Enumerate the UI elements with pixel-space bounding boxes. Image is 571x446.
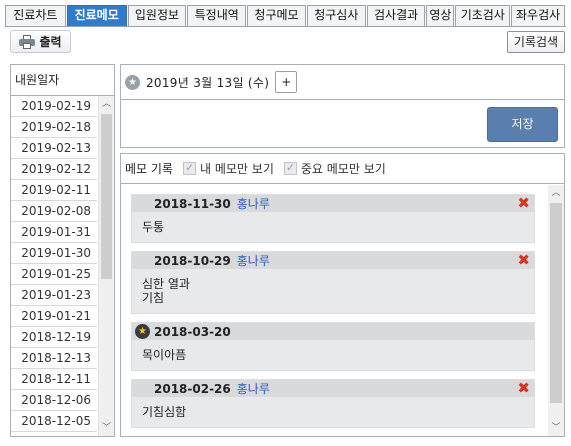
visit-date-item[interactable]: 2018-12-06 (11, 390, 97, 411)
visit-date-item[interactable]: 2019-02-18 (11, 117, 97, 138)
memo-record-title: 메모 기록 (125, 162, 173, 176)
memo-record-list: 2018-11-30 홍나루 ✖ 두통 2018-10-29 홍나루 ✖ 심한 열과 기침 ★ 2… (131, 194, 535, 436)
memo-date: 2018-03-20 (154, 324, 231, 339)
visit-date-item[interactable]: 2018-12-19 (11, 327, 97, 348)
memo-body: 두통 (142, 220, 165, 234)
memo-author: 홍나루 (236, 254, 270, 268)
tab-5[interactable]: 청구메모 (247, 5, 306, 26)
tab-1[interactable]: 진료차트 (5, 5, 66, 26)
memo-card-header: 2018-02-26 홍나루 ✖ (132, 380, 534, 397)
memo-body: 목이아픔 (142, 348, 187, 362)
visit-date-item[interactable]: 2019-02-11 (11, 180, 97, 201)
visit-date-header: 내원일자 (11, 65, 114, 96)
important-only-label: 중요 메모만 보기 (300, 162, 386, 176)
scroll-thumb[interactable] (101, 114, 112, 279)
visit-date-item[interactable]: 2018-12-11 (11, 369, 97, 390)
printer-icon (19, 34, 36, 49)
visit-date-item[interactable]: 2019-02-19 (11, 96, 97, 117)
memo-record-panel: 메모 기록 내 메모만 보기 중요 메모만 보기 2018-11-30 홍나루 ✖ 두… (120, 153, 565, 437)
only-mine-checkbox[interactable]: 내 메모만 보기 (182, 160, 274, 177)
memo-date-text: 2019년 3월 13일 (수) (146, 75, 270, 90)
checkbox-icon[interactable] (283, 161, 297, 175)
visit-date-list: 2019-02-19 2019-02-18 2019-02-13 2019-02-12… (11, 96, 97, 432)
tab-7[interactable]: 검사결과 (366, 5, 426, 26)
memo-card[interactable]: 2018-11-30 홍나루 ✖ 두통 (131, 194, 535, 243)
tab-9[interactable]: 기초검사 (455, 5, 511, 26)
scroll-thumb[interactable] (550, 203, 562, 403)
important-only-checkbox[interactable]: 중요 메모만 보기 (283, 160, 386, 177)
add-date-button[interactable]: + (275, 71, 298, 93)
memo-card[interactable]: 2018-10-29 홍나루 ✖ 심한 열과 기침 (131, 251, 535, 314)
delete-icon[interactable]: ✖ (517, 195, 530, 212)
star-icon[interactable]: ★ (135, 324, 150, 339)
record-search-button[interactable]: 기록검색 (507, 31, 565, 53)
memo-date: 2018-11-30 (154, 196, 231, 211)
memo-body: 심한 열과 기침 (142, 277, 190, 305)
visit-date-scrollbar[interactable]: ︿ ﹀ (98, 96, 114, 436)
memo-author: 홍나루 (236, 382, 270, 396)
memo-card-header: 2018-11-30 홍나루 ✖ (132, 195, 534, 212)
memo-card[interactable]: 2018-02-26 홍나루 ✖ 기침심함 (131, 379, 535, 428)
print-label: 출력 (39, 35, 62, 49)
print-button[interactable]: 출력 (10, 30, 71, 53)
memo-card-header: 2018-10-29 홍나루 ✖ (132, 252, 534, 269)
visit-date-panel: 내원일자 2019-02-19 2019-02-18 2019-02-13 2019-… (10, 64, 115, 437)
visit-date-item[interactable]: 2019-02-08 (11, 201, 97, 222)
visit-date-item[interactable]: 2019-01-21 (11, 306, 97, 327)
memo-date: 2018-02-26 (154, 381, 231, 396)
memo-card[interactable]: ★ 2018-03-20 목이아픔 (131, 322, 535, 371)
memo-date: 2018-10-29 (154, 253, 231, 268)
delete-icon[interactable]: ✖ (517, 252, 530, 269)
visit-date-item[interactable]: 2018-12-05 (11, 411, 97, 432)
memo-date-bar: ★ 2019년 3월 13일 (수) + (120, 64, 565, 100)
scroll-down-icon[interactable]: ﹀ (99, 420, 114, 436)
memo-record-header: 메모 기록 내 메모만 보기 중요 메모만 보기 (121, 154, 564, 184)
delete-icon[interactable]: ✖ (517, 380, 530, 397)
tab-8[interactable]: 영상 (426, 5, 455, 26)
tab-bar: 진료차트 진료메모 입원정보 특정내역 청구메모 청구심사 검사결과 영상 기초검사 좌우검사 (5, 5, 566, 27)
tab-10[interactable]: 좌우검사 (511, 5, 565, 26)
scroll-up-icon[interactable]: ︿ (99, 96, 114, 112)
tab-4[interactable]: 특정내역 (187, 5, 247, 26)
star-outline-icon[interactable]: ★ (125, 74, 140, 90)
visit-date-item[interactable]: 2018-12-13 (11, 348, 97, 369)
tab-2[interactable]: 진료메모 (66, 5, 127, 26)
visit-date-item[interactable]: 2019-01-30 (11, 243, 97, 264)
scroll-up-icon[interactable]: ︿ (548, 185, 564, 201)
scroll-down-icon[interactable]: ﹀ (548, 420, 564, 436)
tab-6[interactable]: 청구심사 (306, 5, 366, 26)
memo-input-area[interactable]: 저장 (120, 100, 565, 148)
memo-card-header: ★ 2018-03-20 (132, 323, 534, 340)
checkbox-icon[interactable] (182, 161, 196, 175)
visit-date-item[interactable]: 2019-02-12 (11, 159, 97, 180)
memo-scrollbar[interactable]: ︿ ﹀ (548, 185, 564, 436)
memo-author: 홍나루 (236, 197, 270, 211)
memo-body: 기침심함 (142, 405, 187, 419)
visit-date-item[interactable]: 2019-01-25 (11, 264, 97, 285)
save-button[interactable]: 저장 (487, 107, 558, 142)
visit-date-item[interactable]: 2019-01-23 (11, 285, 97, 306)
only-mine-label: 내 메모만 보기 (199, 162, 274, 176)
tab-3[interactable]: 입원정보 (127, 5, 187, 26)
visit-date-item[interactable]: 2019-02-13 (11, 138, 97, 159)
visit-date-item[interactable]: 2019-01-31 (11, 222, 97, 243)
